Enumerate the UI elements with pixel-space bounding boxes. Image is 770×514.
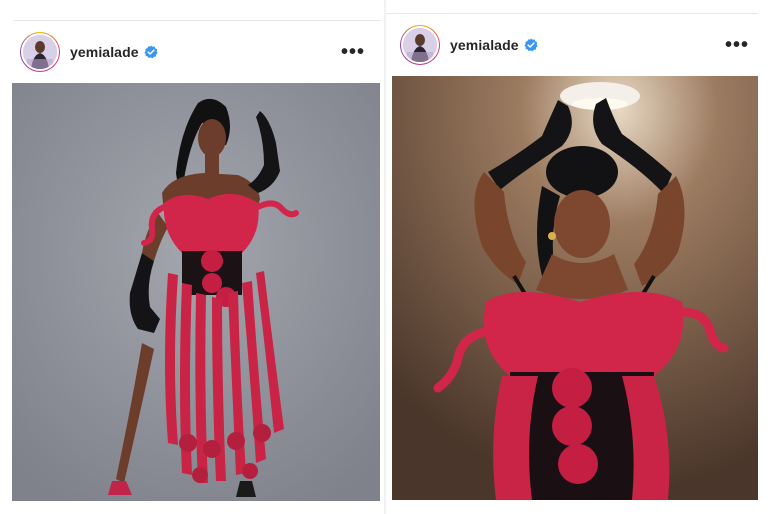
- more-options-label: •••: [724, 33, 749, 56]
- post-photo-image: [12, 83, 380, 501]
- verified-badge-icon: [144, 45, 158, 59]
- username[interactable]: yemialade: [70, 44, 139, 60]
- post-photo[interactable]: [12, 83, 380, 501]
- post-photo-image: [392, 76, 758, 500]
- instagram-post-left: yemialade •••: [0, 0, 384, 514]
- more-options-icon[interactable]: •••: [722, 23, 752, 67]
- story-ring[interactable]: [400, 25, 440, 65]
- story-ring[interactable]: [20, 32, 60, 72]
- post-top-divider: [386, 13, 758, 14]
- more-options-icon[interactable]: •••: [338, 30, 368, 74]
- post-photo[interactable]: [392, 76, 758, 500]
- avatar[interactable]: [21, 33, 59, 71]
- avatar[interactable]: [401, 26, 439, 64]
- username[interactable]: yemialade: [450, 37, 519, 53]
- post-header: yemialade •••: [400, 23, 752, 67]
- verified-badge-icon: [524, 38, 538, 52]
- more-options-label: •••: [340, 40, 365, 63]
- instagram-post-right: yemialade •••: [386, 0, 770, 514]
- avatar-image: [403, 28, 437, 62]
- post-header: yemialade •••: [20, 30, 368, 74]
- post-top-divider: [14, 20, 380, 21]
- avatar-image: [23, 35, 57, 69]
